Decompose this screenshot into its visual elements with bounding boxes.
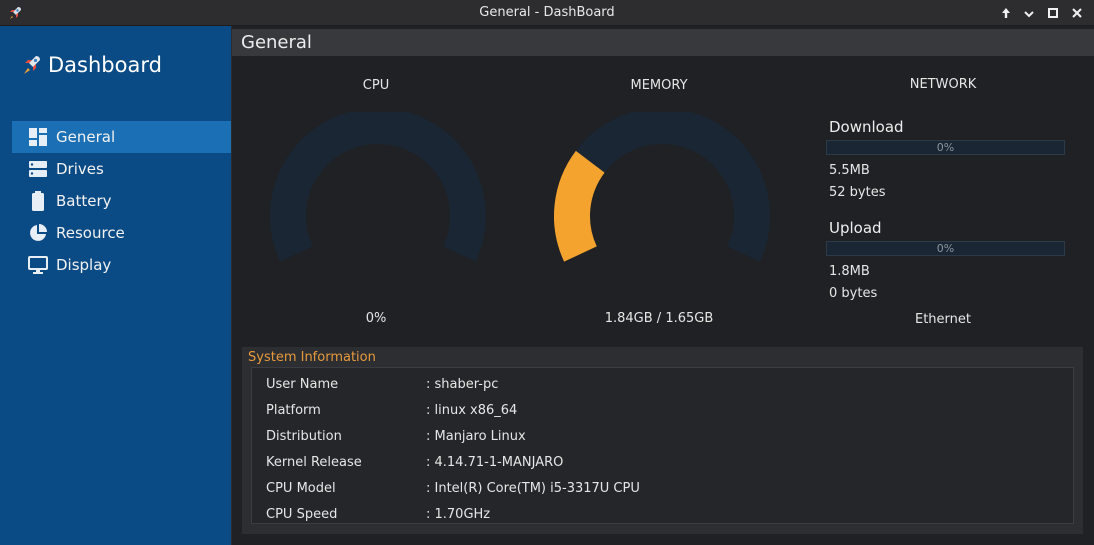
arrow-up-icon bbox=[1002, 8, 1010, 18]
brand: Dashboard bbox=[22, 52, 162, 78]
download-rate: 52 bytes bbox=[829, 185, 886, 200]
window-titlebar: General - DashBoard bbox=[0, 0, 1094, 26]
network-interface: Ethernet bbox=[915, 312, 971, 327]
grid-icon bbox=[28, 127, 48, 147]
maximize-icon bbox=[1048, 8, 1058, 18]
main-content: General CPU 0% MEMORY 1.84GB / 1.65GB NE… bbox=[232, 26, 1094, 545]
row-key: Platform bbox=[266, 403, 321, 418]
row-value: : 4.14.71-1-MANJARO bbox=[426, 455, 564, 470]
memory-gauge-track bbox=[554, 112, 770, 262]
download-total: 5.5MB bbox=[829, 163, 870, 178]
minimize-icon bbox=[1024, 11, 1034, 18]
row-key: Distribution bbox=[266, 429, 342, 444]
upload-progress: 0% bbox=[826, 241, 1065, 256]
row-value: : Manjaro Linux bbox=[426, 429, 526, 444]
row-value: : 1.70GHz bbox=[426, 507, 491, 522]
upload-total: 1.8MB bbox=[829, 264, 870, 279]
sidebar-item-label: General bbox=[56, 128, 116, 146]
battery-icon bbox=[28, 191, 48, 211]
cpu-gauge-track bbox=[270, 112, 486, 262]
table-row: CPU Model : Intel(R) Core(TM) i5-3317U C… bbox=[252, 477, 1073, 503]
memory-title: MEMORY bbox=[630, 78, 688, 93]
sidebar: Dashboard General Drives Battery Resourc… bbox=[0, 26, 231, 545]
row-value: : linux x86_64 bbox=[426, 403, 518, 418]
upload-label: Upload bbox=[829, 219, 882, 237]
system-information-table[interactable]: User Name : shaber-pc Platform : linux x… bbox=[251, 367, 1074, 524]
rocket-icon bbox=[24, 56, 40, 74]
window-title: General - DashBoard bbox=[479, 5, 615, 20]
sidebar-item-label: Drives bbox=[56, 160, 104, 178]
sidebar-nav: General Drives Battery Resource Display bbox=[12, 121, 231, 281]
memory-gauge-fill bbox=[554, 150, 605, 262]
row-key: CPU Model bbox=[266, 481, 336, 496]
sidebar-item-label: Resource bbox=[56, 224, 125, 242]
sidebar-item-display[interactable]: Display bbox=[12, 249, 231, 281]
cpu-value: 0% bbox=[365, 311, 387, 326]
cpu-title: CPU bbox=[362, 78, 390, 93]
minimize-button[interactable] bbox=[1020, 4, 1038, 22]
close-button[interactable] bbox=[1068, 4, 1086, 22]
row-key: CPU Speed bbox=[266, 507, 338, 522]
sidebar-item-general[interactable]: General bbox=[12, 121, 231, 153]
memory-value: 1.84GB / 1.65GB bbox=[604, 311, 714, 326]
sidebar-item-label: Battery bbox=[56, 192, 112, 210]
upload-progress-text: 0% bbox=[936, 242, 955, 255]
upload-rate: 0 bytes bbox=[829, 286, 878, 301]
table-row: CPU Speed : 1.70GHz bbox=[252, 503, 1073, 523]
page-header: General bbox=[232, 29, 1094, 56]
sidebar-item-label: Display bbox=[56, 256, 112, 274]
table-row: User Name : shaber-pc bbox=[252, 373, 1073, 399]
system-information-legend: System Information bbox=[248, 350, 376, 365]
table-row: Kernel Release : 4.14.71-1-MANJARO bbox=[252, 451, 1073, 477]
drives-icon bbox=[28, 159, 48, 179]
brand-title: Dashboard bbox=[48, 53, 162, 77]
row-value: : shaber-pc bbox=[426, 377, 499, 392]
table-row: Distribution : Manjaro Linux bbox=[252, 425, 1073, 451]
pie-chart-icon bbox=[28, 223, 48, 243]
monitor-icon bbox=[28, 255, 48, 275]
cpu-gauge bbox=[270, 112, 486, 262]
network-title: NETWORK bbox=[909, 77, 977, 92]
table-row: Platform : linux x86_64 bbox=[252, 399, 1073, 425]
row-key: Kernel Release bbox=[266, 455, 362, 470]
keep-above-button[interactable] bbox=[997, 4, 1015, 22]
close-icon bbox=[1072, 8, 1082, 18]
sidebar-item-resource[interactable]: Resource bbox=[12, 217, 231, 249]
download-label: Download bbox=[829, 118, 904, 136]
download-progress-text: 0% bbox=[936, 141, 955, 154]
row-key: User Name bbox=[266, 377, 339, 392]
row-value: : Intel(R) Core(TM) i5-3317U CPU bbox=[426, 481, 640, 496]
page-title: General bbox=[241, 32, 312, 53]
sidebar-item-battery[interactable]: Battery bbox=[12, 185, 231, 217]
memory-gauge bbox=[554, 112, 770, 262]
sidebar-item-drives[interactable]: Drives bbox=[12, 153, 231, 185]
system-information-group: System Information User Name : shaber-pc… bbox=[242, 347, 1083, 534]
maximize-button[interactable] bbox=[1044, 4, 1062, 22]
download-progress: 0% bbox=[826, 140, 1065, 155]
